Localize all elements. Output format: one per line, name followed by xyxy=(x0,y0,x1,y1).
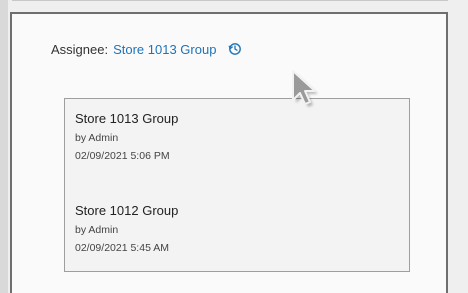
history-entry: Store 1013 Group by Admin 02/09/2021 5:0… xyxy=(75,111,178,163)
history-entry-name: Store 1013 Group xyxy=(75,111,179,126)
assignee-label: Assignee: xyxy=(51,41,109,57)
history-entry-name: Store 1012 Group xyxy=(75,203,179,218)
history-entry-author: by Admin xyxy=(75,224,119,236)
history-icon-graphic xyxy=(229,43,242,55)
history-entry-date: 02/09/2021 5:06 PM xyxy=(75,150,170,162)
mouse-cursor-icon xyxy=(292,70,318,107)
history-entry-date: 02/09/2021 5:45 AM xyxy=(75,242,169,254)
assignee-link[interactable]: Store 1013 Group xyxy=(113,42,216,57)
top-divider xyxy=(12,0,448,1)
left-gutter xyxy=(0,0,8,293)
history-icon[interactable] xyxy=(228,42,242,56)
history-entry-author: by Admin xyxy=(75,132,119,144)
assignee-row: Assignee: Store 1013 Group xyxy=(51,40,242,58)
assignee-history-popover: Store 1013 Group by Admin 02/09/2021 5:0… xyxy=(64,98,410,272)
history-entry: Store 1012 Group by Admin 02/09/2021 5:4… xyxy=(75,203,178,255)
